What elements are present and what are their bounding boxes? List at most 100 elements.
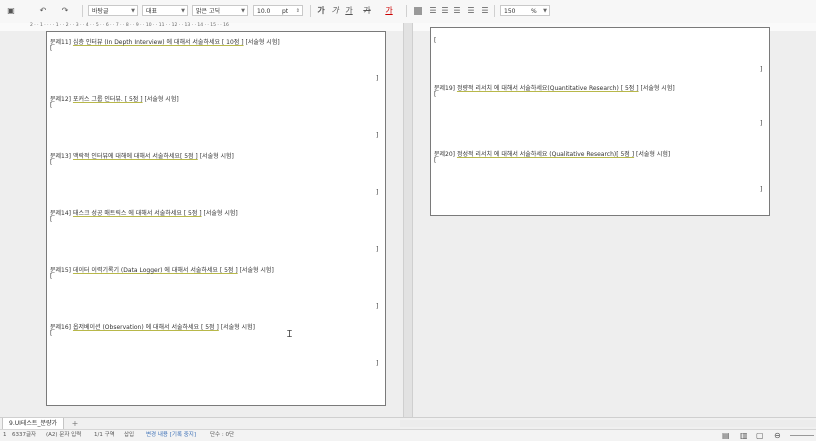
divide-icon[interactable]: ☰ bbox=[480, 6, 490, 16]
status-level: 단수 : 0단 bbox=[210, 432, 235, 438]
normal-view-icon[interactable]: ▤ bbox=[722, 430, 730, 441]
answer-open-bracket[interactable]: [ bbox=[50, 159, 52, 166]
question-text: 옵저베이션 (Observation) 에 대해서 서술하세요 [ 5점 ] bbox=[72, 324, 219, 331]
font-value: 맑은 고딕 bbox=[196, 8, 220, 15]
answer-open-bracket[interactable]: [ bbox=[50, 330, 52, 337]
answer-close-bracket[interactable]: ] bbox=[376, 360, 378, 367]
web-view-icon[interactable]: ▥ bbox=[740, 430, 748, 441]
answer-open-bracket[interactable]: [ bbox=[50, 102, 52, 109]
text-cursor-icon: Ｉ bbox=[285, 330, 295, 340]
align-justify-icon[interactable] bbox=[414, 7, 422, 15]
status-track[interactable]: 변경 내용 [기록 중지] bbox=[146, 430, 196, 441]
ruler-numbers: 2 · · 1 · · · · 1 · · 2 · · 3 · · 4 · · … bbox=[30, 23, 229, 28]
question-line[interactable]: 문제20] 정성적 리서치 에 대해서 서술하세요 (Qualitative R… bbox=[434, 149, 670, 158]
answer-open-bracket[interactable]: [ bbox=[434, 157, 436, 164]
language-value: 대표 bbox=[146, 8, 158, 15]
answer-open-bracket[interactable]: [ bbox=[50, 45, 52, 52]
style-dropdown[interactable]: 바탕글 ▼ bbox=[88, 5, 138, 16]
question-text: 태스크 성공 매트릭스 에 대해서 서술하세요 [ 5점 ] bbox=[72, 210, 202, 217]
zoom-slider[interactable] bbox=[790, 435, 814, 436]
chevron-down-icon: ▼ bbox=[131, 8, 135, 14]
question-type: [서술형 시험] bbox=[635, 151, 671, 158]
question-type: [서술형 시험] bbox=[144, 96, 179, 103]
font-color-button[interactable]: 가 bbox=[384, 6, 394, 16]
question-line[interactable]: 문제12] 포커스 그룹 인터뷰. [ 5점 ] [서술형 시험] bbox=[50, 94, 179, 103]
answer-close-bracket[interactable]: ] bbox=[760, 66, 762, 73]
undo-icon[interactable]: ↶ bbox=[38, 6, 48, 16]
horizontal-scrollbar[interactable] bbox=[400, 420, 816, 427]
add-tab-button[interactable]: + bbox=[70, 418, 80, 429]
question-number: 문제12] bbox=[50, 96, 72, 103]
align-left-icon[interactable]: ☰ bbox=[428, 6, 438, 16]
question-number: 문제11] bbox=[50, 39, 72, 46]
question-type: [서술형 시험] bbox=[199, 153, 234, 160]
left-page[interactable]: 문제11] 심층 인터뷰 (In Depth Interview) 에 대해서 … bbox=[46, 31, 386, 406]
question-type: [서술형 시험] bbox=[245, 39, 280, 46]
answer-open-bracket[interactable]: [ bbox=[434, 91, 436, 98]
question-number: 문제20] bbox=[434, 151, 456, 158]
answer-close-bracket[interactable]: ] bbox=[760, 120, 762, 127]
answer-open-bracket[interactable]: [ bbox=[434, 37, 436, 44]
question-number: 문제14] bbox=[50, 210, 72, 217]
zoom-out-icon[interactable]: ⊖ bbox=[774, 430, 781, 441]
align-center-icon[interactable]: ☰ bbox=[440, 6, 450, 16]
answer-close-bracket[interactable]: ] bbox=[376, 132, 378, 139]
underline-button[interactable]: 가 bbox=[344, 6, 354, 16]
right-page[interactable]: [] 문제19] 정량적 리서치 에 대해서 서술하세요(Quantitative… bbox=[430, 27, 770, 216]
chevron-down-icon: ▼ bbox=[181, 8, 185, 14]
distribute-icon[interactable]: ☰ bbox=[466, 6, 476, 16]
language-dropdown[interactable]: 대표 ▼ bbox=[142, 5, 188, 16]
question-line[interactable]: 문제13] 맥락적 인터뷰에 대해에 대해서 서술하세요[ 5점 ] [서술형 … bbox=[50, 151, 234, 160]
italic-button[interactable]: 가 bbox=[330, 6, 340, 16]
split-divider[interactable] bbox=[403, 23, 413, 417]
answer-close-bracket[interactable]: ] bbox=[376, 246, 378, 253]
question-text: 심층 인터뷰 (In Depth Interview) 에 대해서 서술하세요 … bbox=[72, 39, 244, 46]
answer-close-bracket[interactable]: ] bbox=[376, 75, 378, 82]
question-text: 맥락적 인터뷰에 대해에 대해서 서술하세요[ 5점 ] bbox=[72, 153, 198, 160]
zoom-unit: % bbox=[531, 8, 537, 15]
chevron-down-icon: ▼ bbox=[241, 8, 245, 14]
status-pages: 1/1 구역 bbox=[94, 432, 115, 438]
spinner-icon[interactable]: ⇕ bbox=[296, 6, 300, 17]
question-text: 정성적 리서치 에 대해서 서술하세요 (Qualitative Researc… bbox=[456, 151, 635, 158]
font-dropdown[interactable]: 맑은 고딕 ▼ bbox=[192, 5, 248, 16]
question-type: [서술형 시험] bbox=[239, 267, 274, 274]
answer-open-bracket[interactable]: [ bbox=[50, 273, 52, 280]
question-number: 문제13] bbox=[50, 153, 72, 160]
question-line[interactable]: 문제16] 옵저베이션 (Observation) 에 대해서 서술하세요 [ … bbox=[50, 322, 255, 331]
separator bbox=[310, 5, 311, 17]
question-type: [서술형 시험] bbox=[203, 210, 238, 217]
question-text: 포커스 그룹 인터뷰. [ 5점 ] bbox=[72, 96, 143, 103]
question-text: 정량적 리서치 에 대해서 서술하세요(Quantitative Researc… bbox=[456, 85, 639, 92]
zoom-value: 150 bbox=[504, 8, 516, 15]
question-number: 문제15] bbox=[50, 267, 72, 274]
question-line[interactable]: 문제11] 심층 인터뷰 (In Depth Interview) 에 대해서 … bbox=[50, 37, 280, 46]
status-insert[interactable]: 삽입 bbox=[124, 430, 134, 441]
strike-button[interactable]: 가 bbox=[362, 6, 372, 16]
answer-open-bracket[interactable]: [ bbox=[50, 216, 52, 223]
question-line[interactable]: 문제15] 데이터 이력기록기 (Data Logger) 에 대해서 서술하세… bbox=[50, 265, 274, 274]
status-bar: 1 6337글자 (A2) 문자 입력 1/1 구역 삽입 변경 내용 [기록 … bbox=[0, 429, 816, 441]
question-line[interactable]: 문제19] 정량적 리서치 에 대해서 서술하세요(Quantitative R… bbox=[434, 83, 675, 92]
style-value: 바탕글 bbox=[92, 8, 109, 15]
separator bbox=[494, 5, 495, 17]
page-view-icon[interactable]: ▢ bbox=[756, 430, 764, 441]
bold-button[interactable]: 가 bbox=[316, 6, 326, 16]
align-right-icon[interactable]: ☰ bbox=[452, 6, 462, 16]
question-type: [서술형 시험] bbox=[220, 324, 255, 331]
status-page: 1 bbox=[3, 432, 7, 438]
redo-icon[interactable]: ↷ bbox=[60, 6, 70, 16]
question-type: [서술형 시험] bbox=[640, 85, 675, 92]
save-icon[interactable]: ▣ bbox=[6, 6, 16, 16]
answer-close-bracket[interactable]: ] bbox=[376, 303, 378, 310]
answer-close-bracket[interactable]: ] bbox=[760, 186, 762, 193]
question-line[interactable]: 문제14] 태스크 성공 매트릭스 에 대해서 서술하세요 [ 5점 ] [서술… bbox=[50, 208, 238, 217]
zoom-field[interactable]: 150 % ▼ bbox=[500, 5, 550, 16]
question-text: 데이터 이력기록기 (Data Logger) 에 대해서 서술하세요 [ 5점… bbox=[72, 267, 238, 274]
separator bbox=[82, 5, 83, 17]
status-chars: 6337글자 bbox=[12, 432, 37, 438]
question-number: 문제19] bbox=[434, 85, 456, 92]
chevron-down-icon: ▼ bbox=[543, 8, 547, 14]
answer-close-bracket[interactable]: ] bbox=[376, 189, 378, 196]
font-size-field[interactable]: 10.0 pt ⇕ bbox=[253, 5, 303, 16]
